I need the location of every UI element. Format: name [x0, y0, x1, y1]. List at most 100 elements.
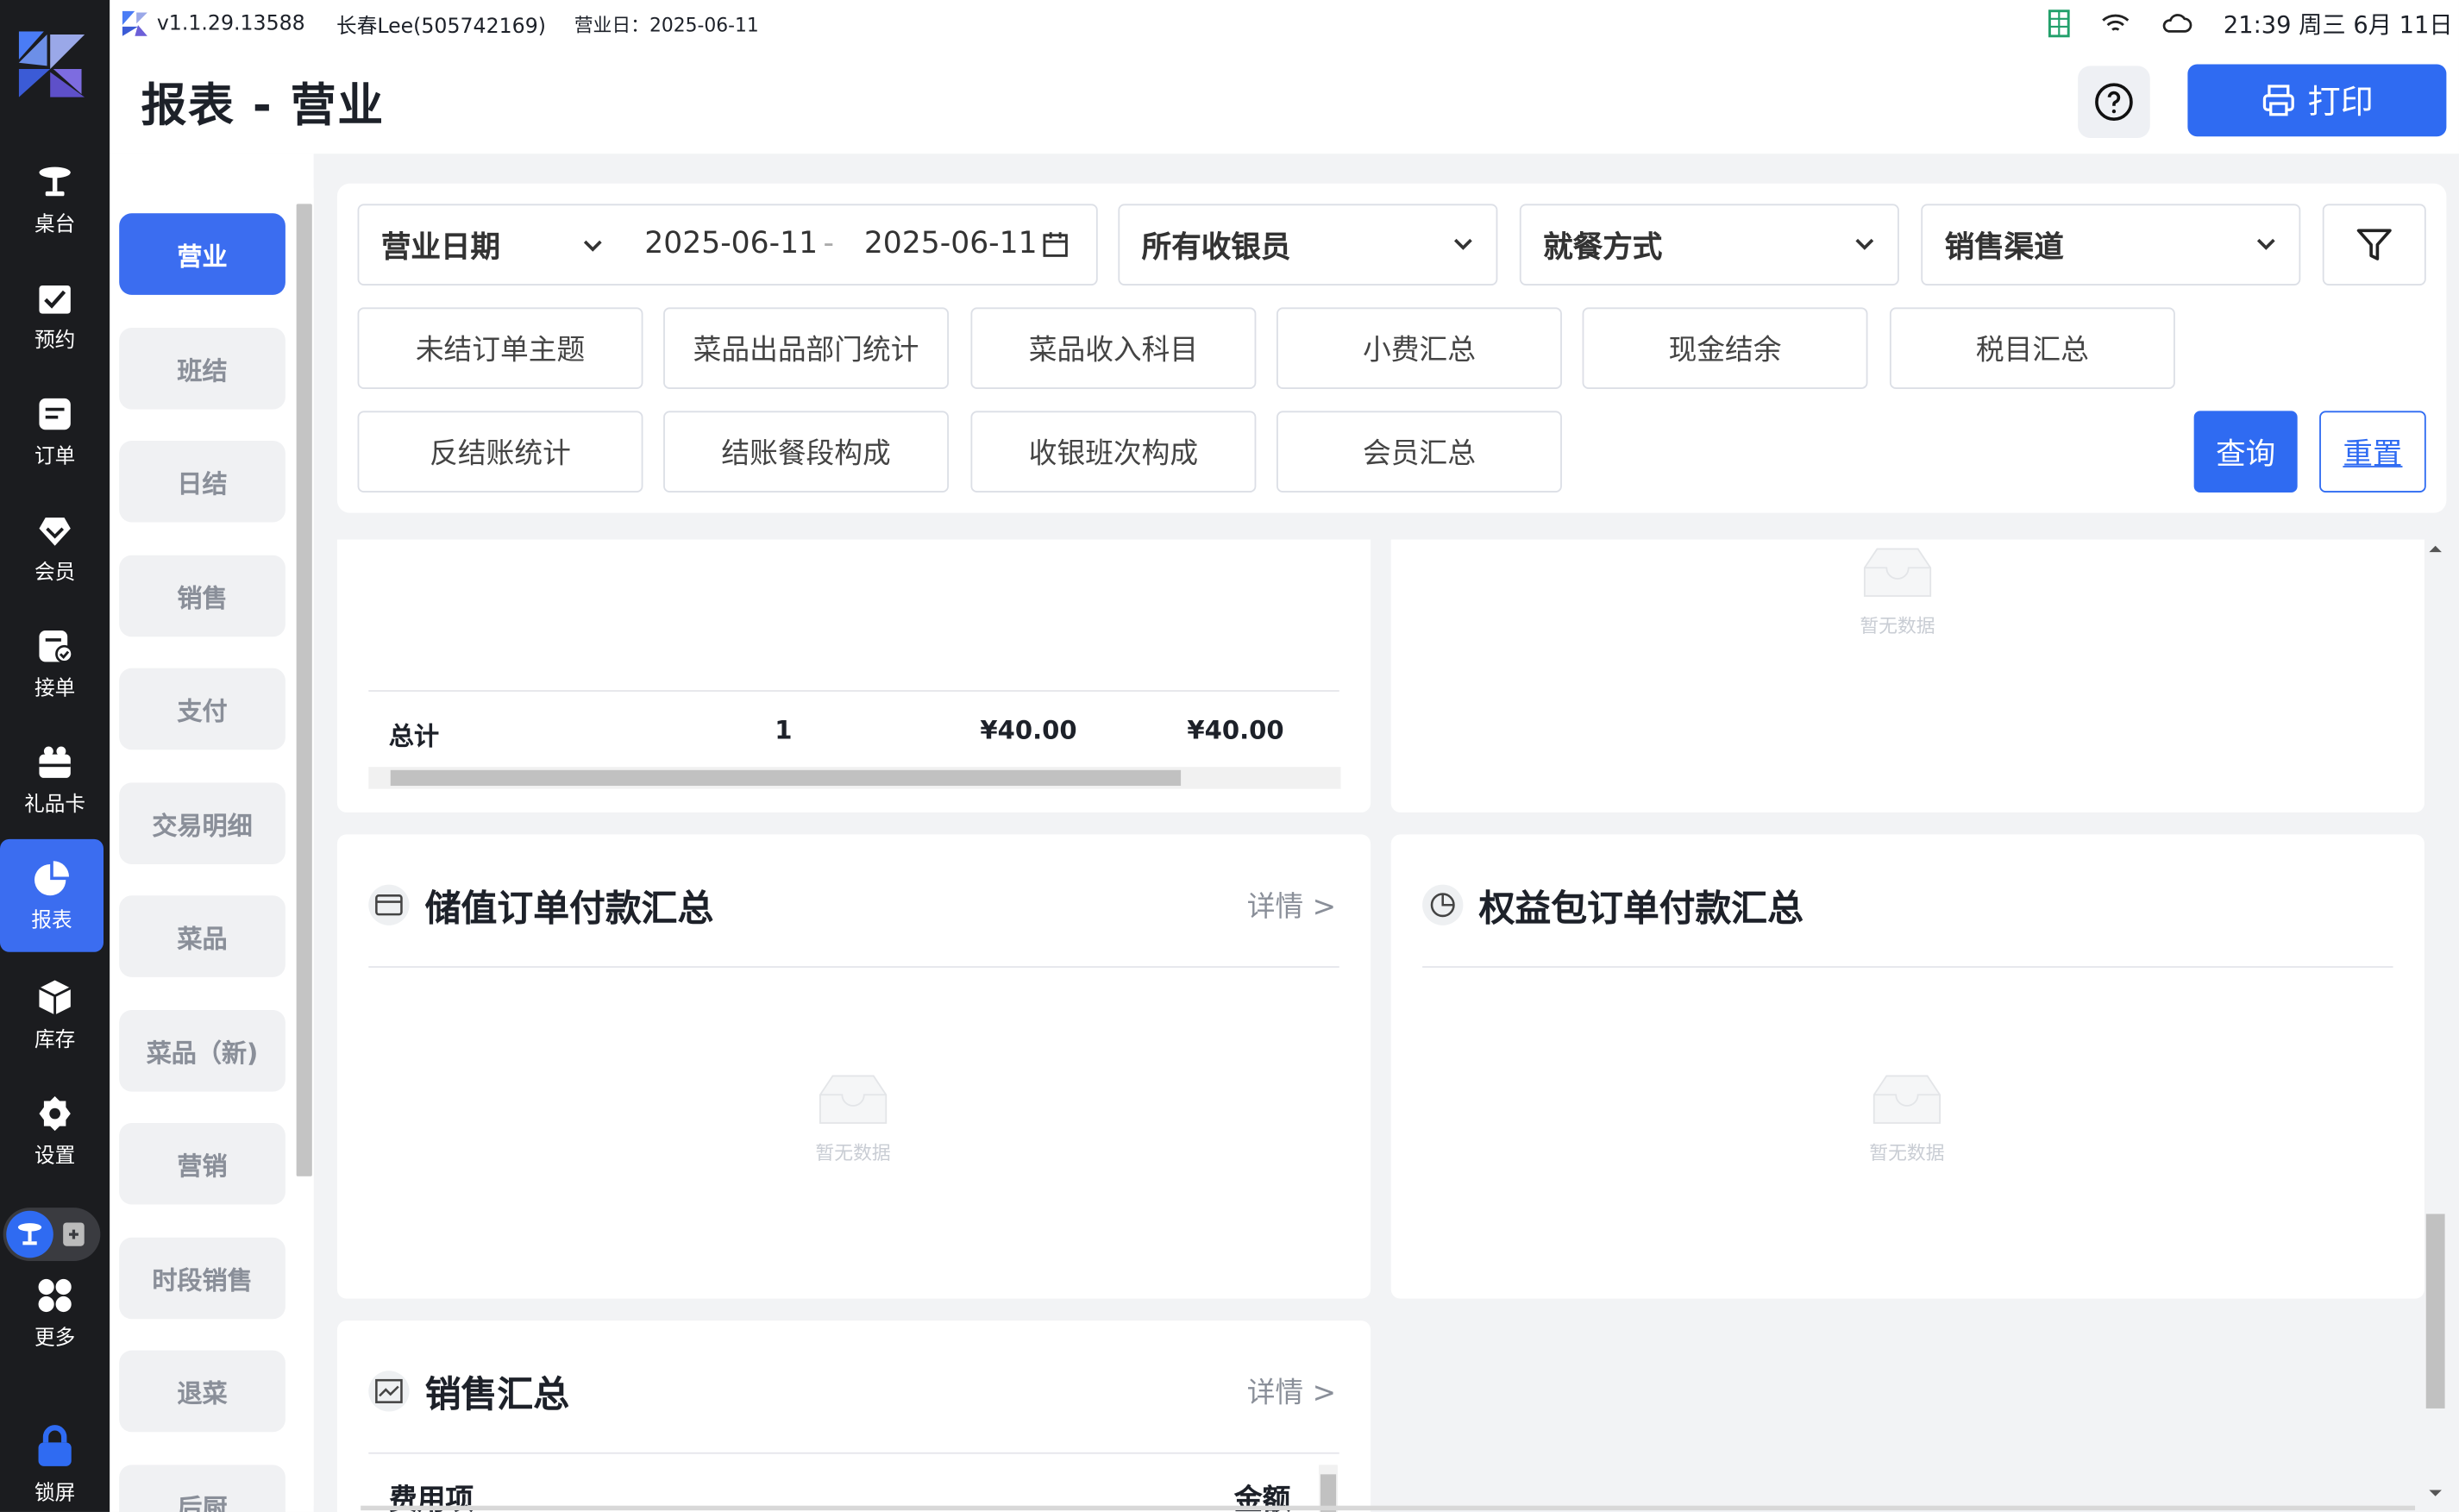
nav-item-more[interactable]: 更多: [0, 1258, 110, 1367]
empty-state: 暂无数据: [1865, 1073, 1949, 1165]
table-divider: [368, 690, 1339, 692]
nav-label: 订单: [34, 444, 76, 468]
nav-label: 接单: [34, 676, 76, 700]
user-name: 长春Lee(505742169): [336, 15, 546, 39]
detail-link[interactable]: 详情 >: [1247, 1371, 1336, 1411]
date-type-select[interactable]: 营业日期: [381, 223, 500, 266]
print-button[interactable]: 打印: [2187, 64, 2447, 137]
app-logo: [18, 31, 85, 97]
app-small-logo: [122, 10, 147, 36]
stored-value-payment-card: 储值订单付款汇总 详情 > 暂无数据: [336, 834, 1371, 1299]
subnav-item-transactions[interactable]: 交易明细: [119, 782, 285, 864]
calendar-check-icon: [39, 285, 71, 313]
date-separator: -: [823, 225, 835, 260]
tag-dish-income[interactable]: 菜品收入科目: [970, 307, 1257, 389]
detail-link[interactable]: 详情 >: [1247, 885, 1336, 925]
scroll-up-icon[interactable]: [2429, 543, 2442, 555]
inventory-icon: [38, 979, 72, 1014]
tag-unsettled-orders[interactable]: 未结订单主题: [357, 307, 643, 389]
scrollbar-thumb[interactable]: [2425, 1214, 2445, 1408]
tag-meal-period[interactable]: 结账餐段构成: [663, 411, 950, 492]
scrollbar-thumb[interactable]: [390, 769, 1182, 787]
subnav-item-timeslot[interactable]: 时段销售: [119, 1237, 285, 1320]
subnav-item-sales[interactable]: 销售: [119, 555, 285, 637]
subnav-item-marketing[interactable]: 营销: [119, 1122, 285, 1205]
nav-item-gift-card[interactable]: 礼品卡: [0, 725, 110, 834]
filter-button[interactable]: [2322, 204, 2426, 285]
card-title-text: 储值订单付款汇总: [424, 889, 714, 931]
nav-item-tables[interactable]: 桌台: [0, 144, 110, 254]
total-count: 1: [775, 715, 793, 745]
help-button[interactable]: [2078, 66, 2150, 139]
nav-item-reservations[interactable]: 预约: [0, 260, 110, 370]
business-day: 营业日：2025-06-11: [574, 13, 759, 35]
tag-dish-department[interactable]: 菜品出品部门统计: [663, 307, 950, 389]
query-button[interactable]: 查询: [2193, 411, 2298, 492]
nav-item-receive[interactable]: 接单: [0, 609, 110, 718]
member-icon: [39, 517, 71, 545]
help-icon: [2095, 83, 2133, 122]
subnav-item-shift[interactable]: 班结: [119, 328, 285, 410]
table-mode-icon: [6, 1210, 53, 1258]
pie-chart-icon: [1422, 884, 1464, 925]
cashier-select[interactable]: 所有收银员: [1118, 204, 1498, 285]
mode-toggle[interactable]: [3, 1208, 101, 1261]
nav-item-settings[interactable]: 设置: [0, 1076, 110, 1185]
main-scrollbar[interactable]: [2423, 540, 2448, 1506]
lock-icon: [38, 1424, 72, 1465]
subnav-item-payment[interactable]: 支付: [119, 668, 285, 750]
nav-item-lock[interactable]: 锁屏: [0, 1408, 110, 1512]
print-label: 打印: [2307, 83, 2374, 122]
card-divider: [368, 966, 1339, 968]
line-chart-icon: [368, 1371, 410, 1412]
date-end[interactable]: 2025-06-11: [864, 226, 1038, 260]
empty-text: 暂无数据: [1860, 614, 1935, 637]
sales-channel-select[interactable]: 销售渠道: [1921, 204, 2301, 285]
tag-tips-summary[interactable]: 小费汇总: [1277, 307, 1562, 389]
nav-label: 设置: [34, 1144, 76, 1168]
nav-item-reports[interactable]: 报表: [0, 838, 104, 952]
filter-icon: [2356, 229, 2392, 260]
order-icon: [39, 397, 71, 430]
add-doc-icon: [63, 1222, 85, 1246]
empty-text: 暂无数据: [815, 1141, 891, 1164]
subnav-item-dishes-new[interactable]: 菜品（新): [119, 1010, 285, 1092]
card-title: 权益包订单付款汇总: [1422, 878, 1803, 932]
printer-icon: [2261, 85, 2293, 116]
card-divider: [368, 1452, 1339, 1454]
subnav-item-business[interactable]: 营业: [119, 213, 285, 295]
card-divider: [1422, 966, 2393, 968]
scroll-down-icon[interactable]: [2429, 1487, 2442, 1500]
reset-button[interactable]: 重置: [2319, 411, 2426, 492]
subnav-scrollbar[interactable]: [294, 188, 314, 1506]
wifi-icon: [2101, 14, 2129, 31]
page-title: 报表 - 营业: [141, 78, 385, 132]
sales-channel-value: 销售渠道: [1944, 229, 2064, 265]
grid-icon: [38, 1277, 72, 1312]
subnav-item-returns[interactable]: 退菜: [119, 1350, 285, 1433]
tag-tax-summary[interactable]: 税目汇总: [1889, 307, 2175, 389]
nav-label: 更多: [34, 1326, 76, 1350]
dining-mode-select[interactable]: 就餐方式: [1519, 204, 1899, 285]
tag-reverse-checkout[interactable]: 反结账统计: [357, 411, 643, 492]
subnav-item-kitchen[interactable]: 后厨: [119, 1465, 285, 1512]
empty-state: 暂无数据: [811, 1073, 895, 1165]
table-horizontal-scrollbar[interactable]: [368, 767, 1341, 789]
nav-item-orders[interactable]: 订单: [0, 376, 110, 486]
subnav-item-daily[interactable]: 日结: [119, 440, 285, 523]
nav-item-members[interactable]: 会员: [0, 492, 110, 602]
tag-member-summary[interactable]: 会员汇总: [1277, 411, 1562, 492]
table-icon: [39, 166, 71, 196]
date-range-filter[interactable]: 营业日期 2025-06-11 - 2025-06-11: [357, 204, 1098, 285]
tag-cash-balance[interactable]: 现金结余: [1582, 307, 1868, 389]
scrollbar-thumb[interactable]: [296, 204, 312, 1176]
cashier-value: 所有收银员: [1141, 229, 1291, 265]
chevron-down-icon: [583, 240, 602, 252]
tag-cashier-shift[interactable]: 收银班次构成: [970, 411, 1257, 492]
date-start[interactable]: 2025-06-11: [644, 226, 818, 260]
card-title-text: 权益包订单付款汇总: [1478, 889, 1803, 931]
subnav-item-dishes[interactable]: 菜品: [119, 895, 285, 977]
empty-box-icon: [1863, 548, 1932, 597]
nav-item-inventory[interactable]: 库存: [0, 960, 110, 1070]
empty-text: 暂无数据: [1869, 1141, 1945, 1164]
